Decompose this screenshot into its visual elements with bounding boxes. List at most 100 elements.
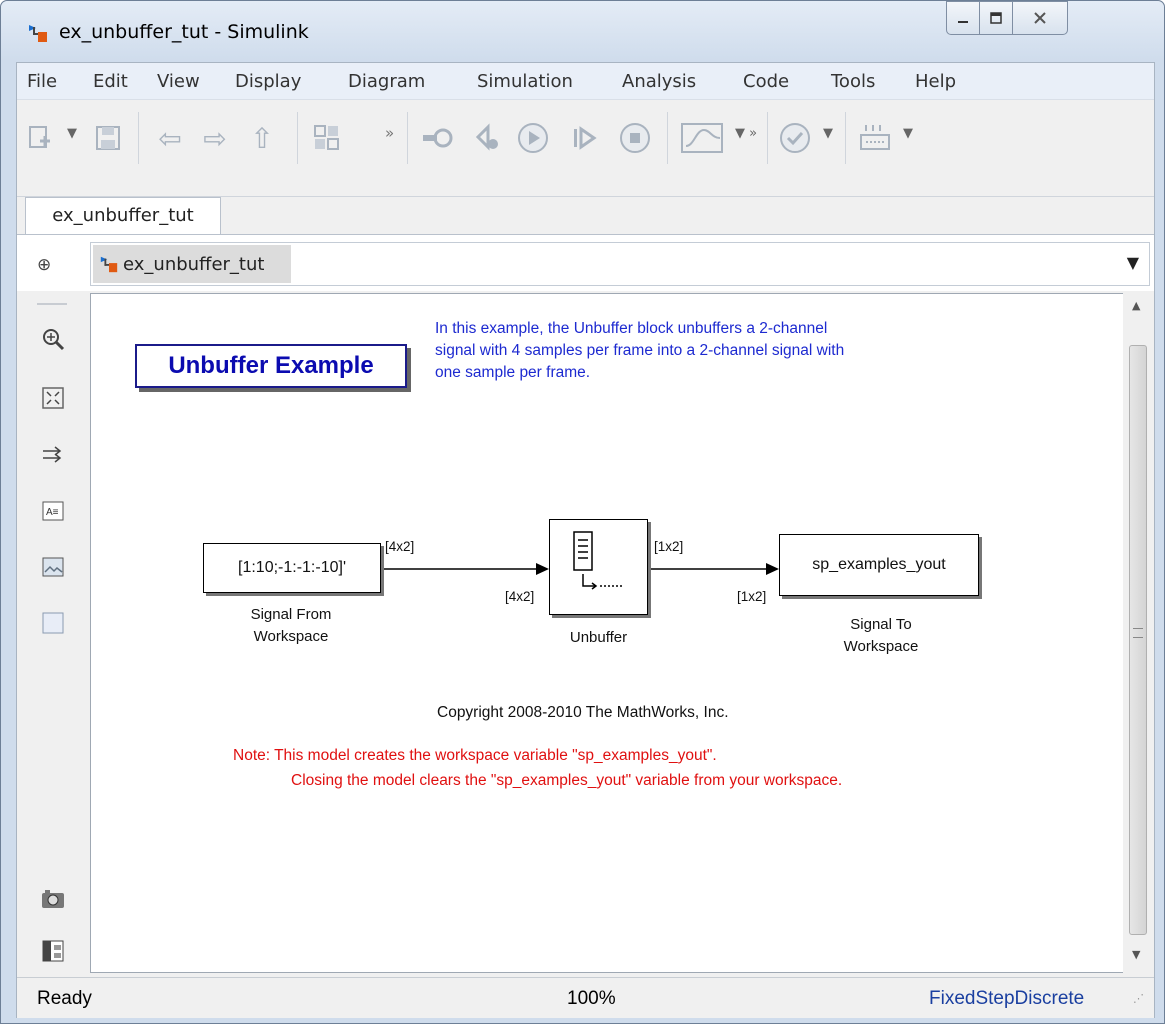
up-button[interactable]: ⇧ — [242, 118, 282, 158]
menu-view[interactable]: View — [157, 71, 200, 92]
status-text: Ready — [37, 988, 92, 1009]
model-browser-button[interactable] — [41, 939, 65, 963]
toolbar-overflow-icon[interactable]: » — [385, 124, 394, 142]
model-canvas[interactable]: Unbuffer Example In this example, the Un… — [90, 293, 1130, 973]
step-forward-button[interactable] — [565, 118, 605, 158]
breadcrumb-dropdown-icon[interactable]: ▼ — [1127, 253, 1139, 272]
stop-icon — [620, 123, 650, 153]
signal-from-workspace-block[interactable]: [1:10;-1:-1:-10]' — [203, 543, 381, 593]
step-back-button[interactable] — [415, 118, 461, 158]
zoom-level: 100% — [567, 988, 616, 1009]
build-icon — [860, 125, 890, 150]
fit-to-view-button[interactable] — [41, 386, 65, 410]
scope-dropdown-icon[interactable]: ▼ » — [735, 126, 757, 141]
model-advisor-button[interactable] — [775, 118, 815, 158]
menu-diagram[interactable]: Diagram — [348, 71, 425, 92]
save-button[interactable] — [90, 118, 126, 158]
back-button[interactable]: ⇦ — [150, 118, 190, 158]
forward-button[interactable]: ⇨ — [195, 118, 235, 158]
minimize-button[interactable] — [946, 1, 980, 35]
zoom-button[interactable] — [41, 327, 65, 351]
signal-from-expression: [1:10;-1:-1:-10]' — [238, 559, 346, 576]
stop-button[interactable] — [615, 118, 655, 158]
image-icon — [42, 557, 64, 577]
library-browser-icon — [314, 125, 339, 150]
new-model-button[interactable] — [23, 118, 59, 158]
arrows-icon — [43, 446, 62, 463]
toolbar-separator — [138, 112, 139, 164]
window-title: ex_unbuffer_tut - Simulink — [59, 21, 309, 43]
build-dropdown-icon[interactable]: ▼ — [903, 126, 913, 141]
unbuffer-block[interactable] — [549, 519, 648, 615]
signal-dimension-label: [4x2] — [385, 539, 415, 554]
menu-code[interactable]: Code — [743, 71, 789, 92]
snapshot-button[interactable] — [41, 887, 65, 911]
save-icon — [96, 126, 120, 150]
solver-link[interactable]: FixedStepDiscrete — [929, 988, 1084, 1010]
vertical-scrollbar[interactable]: ▲ ▼ — [1123, 293, 1153, 973]
breadcrumb-item[interactable]: ex_unbuffer_tut — [93, 245, 291, 283]
library-browser-button[interactable] — [307, 118, 347, 158]
run-icon — [518, 123, 548, 153]
unbuffer-icon — [573, 531, 622, 590]
toolbar-separator — [407, 112, 408, 164]
up-arrow-icon: ⇧ — [250, 121, 274, 155]
image-button[interactable] — [41, 555, 65, 579]
menu-edit[interactable]: Edit — [93, 71, 128, 92]
minimize-icon — [958, 21, 968, 23]
breadcrumb-label: ex_unbuffer_tut — [123, 253, 265, 275]
step-back-icon — [423, 128, 453, 148]
simulink-app-icon — [29, 25, 47, 42]
close-button[interactable] — [1012, 1, 1068, 35]
new-model-dropdown-icon[interactable]: ▼ — [67, 126, 77, 141]
advisor-dropdown-icon[interactable]: ▼ — [823, 126, 833, 141]
menu-analysis[interactable]: Analysis — [622, 71, 696, 92]
toolbar-separator — [297, 112, 298, 164]
scope-button[interactable] — [677, 118, 727, 158]
menu-display[interactable]: Display — [235, 71, 301, 92]
zoom-icon — [43, 329, 65, 351]
model-browser-icon — [42, 940, 64, 962]
maximize-button[interactable] — [979, 1, 1013, 35]
run-button[interactable] — [513, 118, 553, 158]
signal-dimension-label: [1x2] — [737, 589, 767, 604]
annotation-button[interactable]: A≡ — [41, 499, 65, 523]
note-line-1: Note: This model creates the workspace v… — [233, 747, 717, 764]
note-line-2: Closing the model clears the "sp_example… — [291, 772, 843, 789]
back-arrow-icon: ⇦ — [158, 121, 182, 155]
step-settings-icon — [475, 123, 498, 151]
model-icon — [100, 256, 118, 273]
scrollbar-thumb[interactable] — [1129, 345, 1147, 935]
toolbar-separator — [667, 112, 668, 164]
signal-from-workspace-label: Signal From Workspace — [250, 606, 332, 645]
forward-arrow-icon: ⇨ — [203, 121, 227, 155]
hide-arrows-button[interactable] — [41, 443, 65, 467]
hide-explorer-icon[interactable]: ⊕ — [37, 255, 51, 275]
area-icon — [42, 612, 64, 634]
signal-to-variable: sp_examples_yout — [812, 556, 946, 573]
scroll-up-icon[interactable]: ▲ — [1132, 299, 1140, 312]
address-bar: ⊕ ex_unbuffer_tut ▼ — [17, 234, 1154, 291]
scope-icon — [681, 123, 723, 153]
menu-help[interactable]: Help — [915, 71, 956, 92]
grip-icon — [1133, 628, 1143, 638]
breadcrumb[interactable]: ex_unbuffer_tut ▼ — [90, 242, 1150, 286]
resize-grip-icon[interactable]: ⋰ — [1133, 992, 1144, 1005]
camera-icon — [42, 890, 64, 908]
menu-simulation[interactable]: Simulation — [477, 71, 573, 92]
area-button[interactable] — [41, 611, 65, 635]
step-forward-icon — [574, 126, 597, 150]
maximize-icon — [990, 12, 1002, 24]
toolbar-separator — [845, 112, 846, 164]
scroll-down-icon[interactable]: ▼ — [1132, 948, 1140, 961]
toolbar-separator — [767, 112, 768, 164]
step-settings-button[interactable] — [467, 118, 507, 158]
signal-to-workspace-block[interactable]: sp_examples_yout — [779, 534, 979, 596]
menu-file[interactable]: File — [27, 71, 57, 92]
menu-bar: File Edit View Display Diagram Simulatio… — [17, 63, 1154, 100]
menu-tools[interactable]: Tools — [831, 71, 875, 92]
build-button[interactable] — [855, 118, 895, 158]
title-bar[interactable]: ex_unbuffer_tut - Simulink — [1, 1, 1164, 61]
annotation-icon: A≡ — [42, 501, 64, 521]
tab-ex-unbuffer-tut[interactable]: ex_unbuffer_tut — [25, 197, 221, 235]
